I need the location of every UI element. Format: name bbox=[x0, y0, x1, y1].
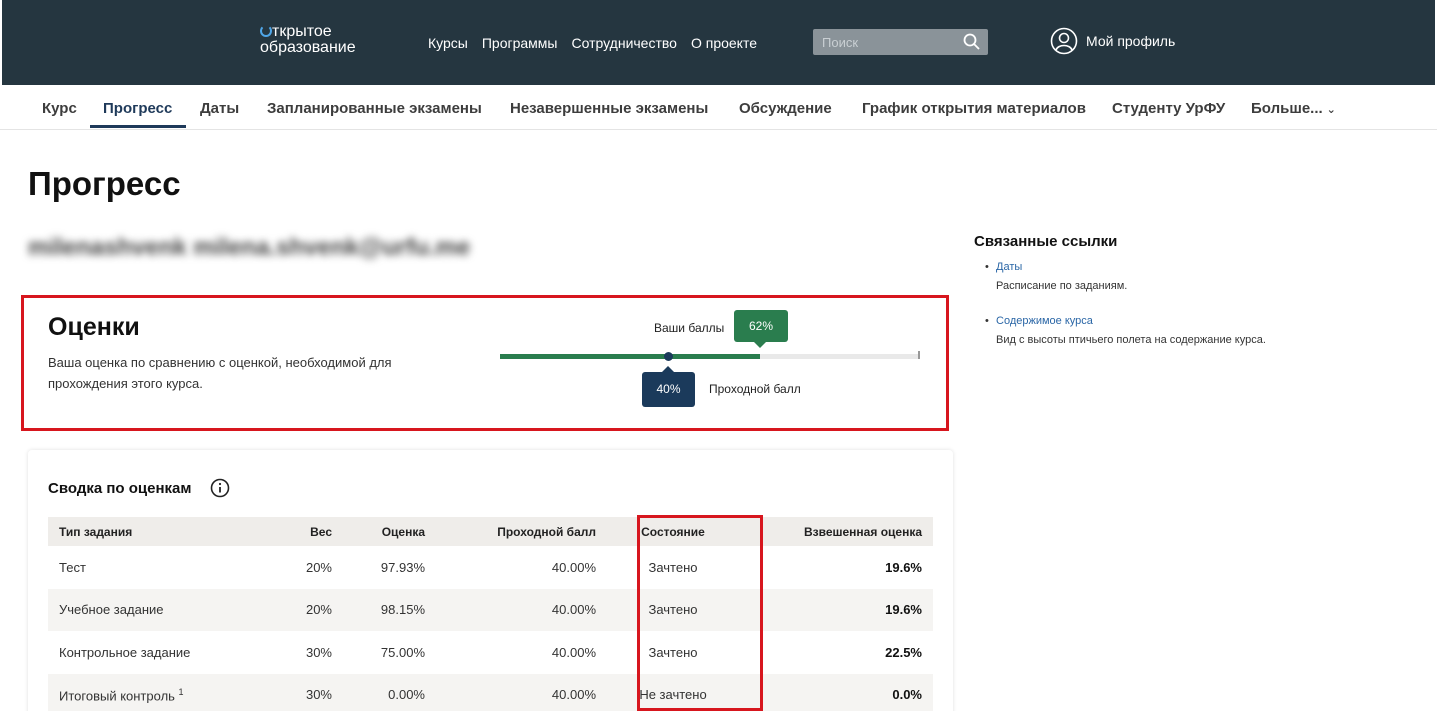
grades-description: Ваша оценка по сравнению с оценкой, необ… bbox=[48, 355, 392, 391]
nav-courses[interactable]: Курсы bbox=[428, 35, 468, 51]
tab-scheduled-exams[interactable]: Запланированные экзамены bbox=[267, 100, 482, 117]
link-dates[interactable]: Даты bbox=[996, 258, 1266, 277]
link-dates-desc: Расписание по заданиям. bbox=[996, 280, 1128, 292]
info-icon[interactable] bbox=[210, 478, 230, 498]
cell-type: Контрольное задание bbox=[59, 644, 191, 660]
tab-more-label: Больше... bbox=[1251, 100, 1323, 117]
tab-materials-schedule[interactable]: График открытия материалов bbox=[862, 100, 1086, 117]
cell-type-text: Итоговый контроль bbox=[59, 687, 175, 703]
cell-weight: 30% bbox=[258, 673, 343, 711]
col-grade: Оценка bbox=[343, 517, 436, 546]
table-row: Контрольное задание 30% 75.00% 40.00% За… bbox=[48, 631, 933, 674]
cell-pass: 40.00% bbox=[436, 673, 607, 711]
logo-ring-icon bbox=[260, 25, 272, 37]
col-assignment-type: Тип задания bbox=[48, 517, 258, 546]
cell-weighted: 19.6% bbox=[739, 588, 933, 631]
cell-weight: 20% bbox=[258, 588, 343, 631]
grade-progress-fill bbox=[500, 354, 761, 359]
your-score-label: Ваши баллы bbox=[654, 321, 725, 335]
tab-progress[interactable]: Прогресс bbox=[103, 100, 172, 117]
related-links-list: Даты Расписание по заданиям. Содержимое … bbox=[985, 258, 1266, 366]
tab-more[interactable]: Больше... ⌄ bbox=[1251, 100, 1336, 117]
profile-menu[interactable]: Мой профиль bbox=[1050, 27, 1175, 55]
related-links-title: Связанные ссылки bbox=[974, 233, 1118, 250]
table-row: Учебное задание 20% 98.15% 40.00% Зачтен… bbox=[48, 588, 933, 631]
course-tabs: Курс Прогресс Даты Запланированные экзам… bbox=[0, 85, 1437, 130]
status-column-highlight-frame bbox=[637, 515, 763, 711]
cell-grade: 75.00% bbox=[380, 644, 425, 660]
tab-dates[interactable]: Даты bbox=[200, 100, 239, 117]
col-weight: Вес bbox=[258, 517, 343, 546]
cell-grade: 0.00% bbox=[343, 673, 436, 711]
user-avatar-icon bbox=[1050, 27, 1078, 55]
grades-title: Оценки bbox=[48, 313, 140, 341]
site-logo[interactable]: ткрытое образование bbox=[260, 24, 356, 56]
cell-type: Итоговый контроль 1 bbox=[48, 673, 258, 711]
passing-score-badge: 40% bbox=[642, 366, 695, 407]
user-identity: milenashvenk milena.shvenk@urfu.me bbox=[28, 234, 471, 261]
top-nav: Курсы Программы Сотрудничество О проекте bbox=[428, 35, 757, 51]
cell-type: Учебное задание bbox=[48, 588, 258, 631]
list-item: Содержимое курса Вид с высоты птичьего п… bbox=[985, 312, 1266, 350]
grade-summary-table: Тип задания Вес Оценка Проходной балл Со… bbox=[48, 517, 933, 711]
tab-urfu-student[interactable]: Студенту УрФУ bbox=[1112, 100, 1225, 117]
list-item: Даты Расписание по заданиям. bbox=[985, 258, 1266, 296]
col-weighted-grade: Взвешенная оценка bbox=[739, 517, 933, 546]
cell-weight: 20% bbox=[305, 559, 332, 575]
tab-unfinished-exams[interactable]: Незавершенные экзамены bbox=[510, 100, 708, 117]
cell-weighted: 22.5% bbox=[885, 644, 922, 660]
nav-about[interactable]: О проекте bbox=[691, 35, 757, 51]
tab-course[interactable]: Курс bbox=[42, 100, 77, 117]
search-input[interactable]: Поиск bbox=[813, 29, 988, 55]
cell-pass: 40.00% bbox=[436, 588, 607, 631]
progress-bar-end bbox=[918, 351, 920, 359]
link-course-content-desc: Вид с высоты птичьего полета на содержан… bbox=[996, 334, 1266, 346]
passing-grade-marker bbox=[664, 352, 673, 361]
active-tab-indicator bbox=[90, 125, 186, 128]
profile-label: Мой профиль bbox=[1086, 33, 1176, 49]
table-header-row: Тип задания Вес Оценка Проходной балл Со… bbox=[48, 517, 933, 546]
site-header: ткрытое образование Курсы Программы Сотр… bbox=[2, 0, 1435, 85]
table-row: Итоговый контроль 1 30% 0.00% 40.00% Не … bbox=[48, 673, 933, 711]
cell-weighted: 0.0% bbox=[739, 673, 933, 711]
grade-summary-title: Сводка по оценкам bbox=[48, 480, 192, 497]
search-icon[interactable] bbox=[962, 32, 982, 52]
search-placeholder: Поиск bbox=[822, 35, 859, 50]
tab-discussion[interactable]: Обсуждение bbox=[739, 100, 832, 117]
grade-progress-bar bbox=[500, 351, 920, 361]
chevron-down-icon: ⌄ bbox=[1326, 104, 1336, 116]
cell-grade: 98.15% bbox=[343, 588, 436, 631]
footnote-marker: 1 bbox=[178, 686, 184, 697]
logo-line2: образование bbox=[260, 39, 356, 56]
logo-line1: ткрытое bbox=[272, 23, 332, 40]
nav-cooperation[interactable]: Сотрудничество bbox=[572, 35, 677, 51]
link-course-content[interactable]: Содержимое курса bbox=[996, 312, 1266, 331]
cell-weighted: 19.6% bbox=[885, 559, 922, 575]
cell-weight: 30% bbox=[305, 644, 332, 660]
passing-score-label: Проходной балл bbox=[709, 382, 801, 396]
nav-programs[interactable]: Программы bbox=[482, 35, 558, 51]
your-score-badge: 62% bbox=[734, 310, 788, 348]
cell-pass: 40.00% bbox=[551, 559, 596, 575]
table-row: Тест 20% 97.93% 40.00% Зачтено 19.6% bbox=[48, 546, 933, 589]
cell-pass: 40.00% bbox=[551, 644, 596, 660]
cell-grade: 97.93% bbox=[380, 559, 425, 575]
page-title: Прогресс bbox=[28, 165, 181, 202]
col-passing-grade: Проходной балл bbox=[436, 517, 607, 546]
cell-type: Тест bbox=[59, 559, 86, 575]
